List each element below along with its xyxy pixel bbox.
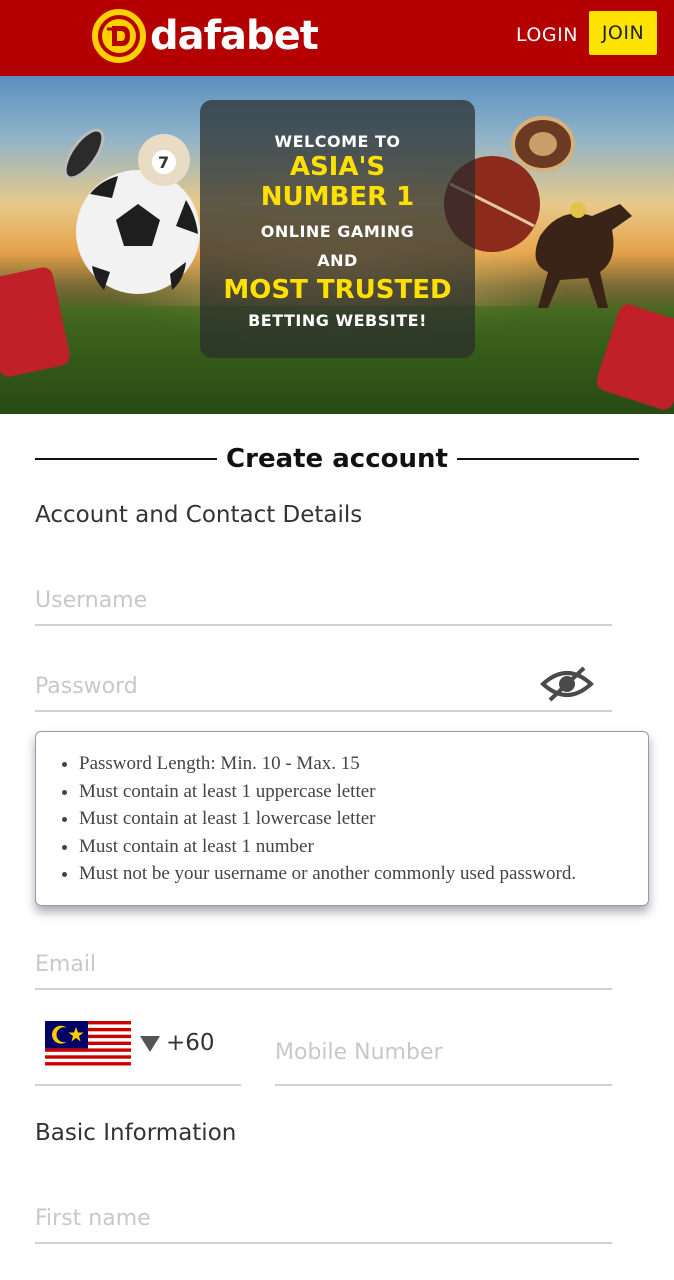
dafabet-logo-icon — [92, 9, 146, 63]
join-button[interactable]: JOIN — [589, 11, 657, 55]
welcome-highlight: MOST TRUSTED — [223, 275, 452, 305]
dial-code: +60 — [166, 1030, 215, 1056]
top-header: dafabet LOGIN JOIN — [0, 0, 674, 76]
section-title-basic: Basic Information — [35, 1120, 237, 1146]
soccer-ball-icon — [76, 170, 200, 294]
welcome-line: BETTING WEBSITE! — [248, 311, 427, 330]
mobile-field-wrapper — [275, 1020, 612, 1086]
email-field-wrapper — [35, 940, 612, 990]
welcome-line: ONLINE GAMING — [260, 222, 415, 241]
welcome-line: WELCOME TO — [274, 132, 401, 151]
password-field-wrapper — [35, 662, 612, 712]
section-title-account: Account and Contact Details — [35, 502, 363, 528]
password-rules-tooltip: Password Length: Min. 10 - Max. 15 Must … — [35, 731, 649, 906]
username-field-wrapper — [35, 576, 612, 626]
svg-text:7: 7 — [158, 153, 169, 172]
password-rule: Must not be your username or another com… — [79, 860, 648, 888]
lottery-ball-icon: 7 — [138, 134, 190, 186]
chevron-down-icon — [140, 1036, 160, 1052]
casino-chip-icon — [63, 128, 105, 180]
welcome-message-box: WELCOME TO ASIA'S NUMBER 1 ONLINE GAMING… — [200, 100, 475, 358]
username-input[interactable] — [35, 576, 612, 624]
welcome-highlight: ASIA'S NUMBER 1 — [260, 152, 415, 212]
first-name-field-wrapper — [35, 1194, 612, 1244]
roulette-wheel-icon — [511, 116, 575, 172]
password-rule: Password Length: Min. 10 - Max. 15 — [79, 750, 648, 778]
password-rule: Must contain at least 1 lowercase letter — [79, 805, 648, 833]
divider — [457, 458, 639, 460]
email-input[interactable] — [35, 940, 612, 988]
page-title: Create account — [226, 444, 448, 474]
country-code-select[interactable]: +60 — [35, 1014, 241, 1086]
malaysia-flag-icon — [45, 1021, 131, 1069]
login-link[interactable]: LOGIN — [516, 20, 578, 50]
promo-banner: 7 WELCOME TO ASIA'S NUMBER 1 ONLINE GAMI… — [0, 76, 674, 414]
first-name-input[interactable] — [35, 1194, 612, 1242]
password-rule: Must contain at least 1 uppercase letter — [79, 778, 648, 806]
horse-racing-icon — [535, 202, 632, 308]
password-input[interactable] — [35, 662, 612, 710]
mobile-number-input[interactable] — [275, 1020, 612, 1084]
create-account-heading: Create account — [0, 440, 674, 480]
divider — [35, 458, 217, 460]
password-rule: Must contain at least 1 number — [79, 833, 648, 861]
eye-slash-icon[interactable] — [540, 664, 594, 704]
brand-name: dafabet — [150, 13, 319, 59]
brand-logo[interactable]: dafabet — [92, 8, 319, 64]
welcome-line: AND — [317, 251, 358, 270]
